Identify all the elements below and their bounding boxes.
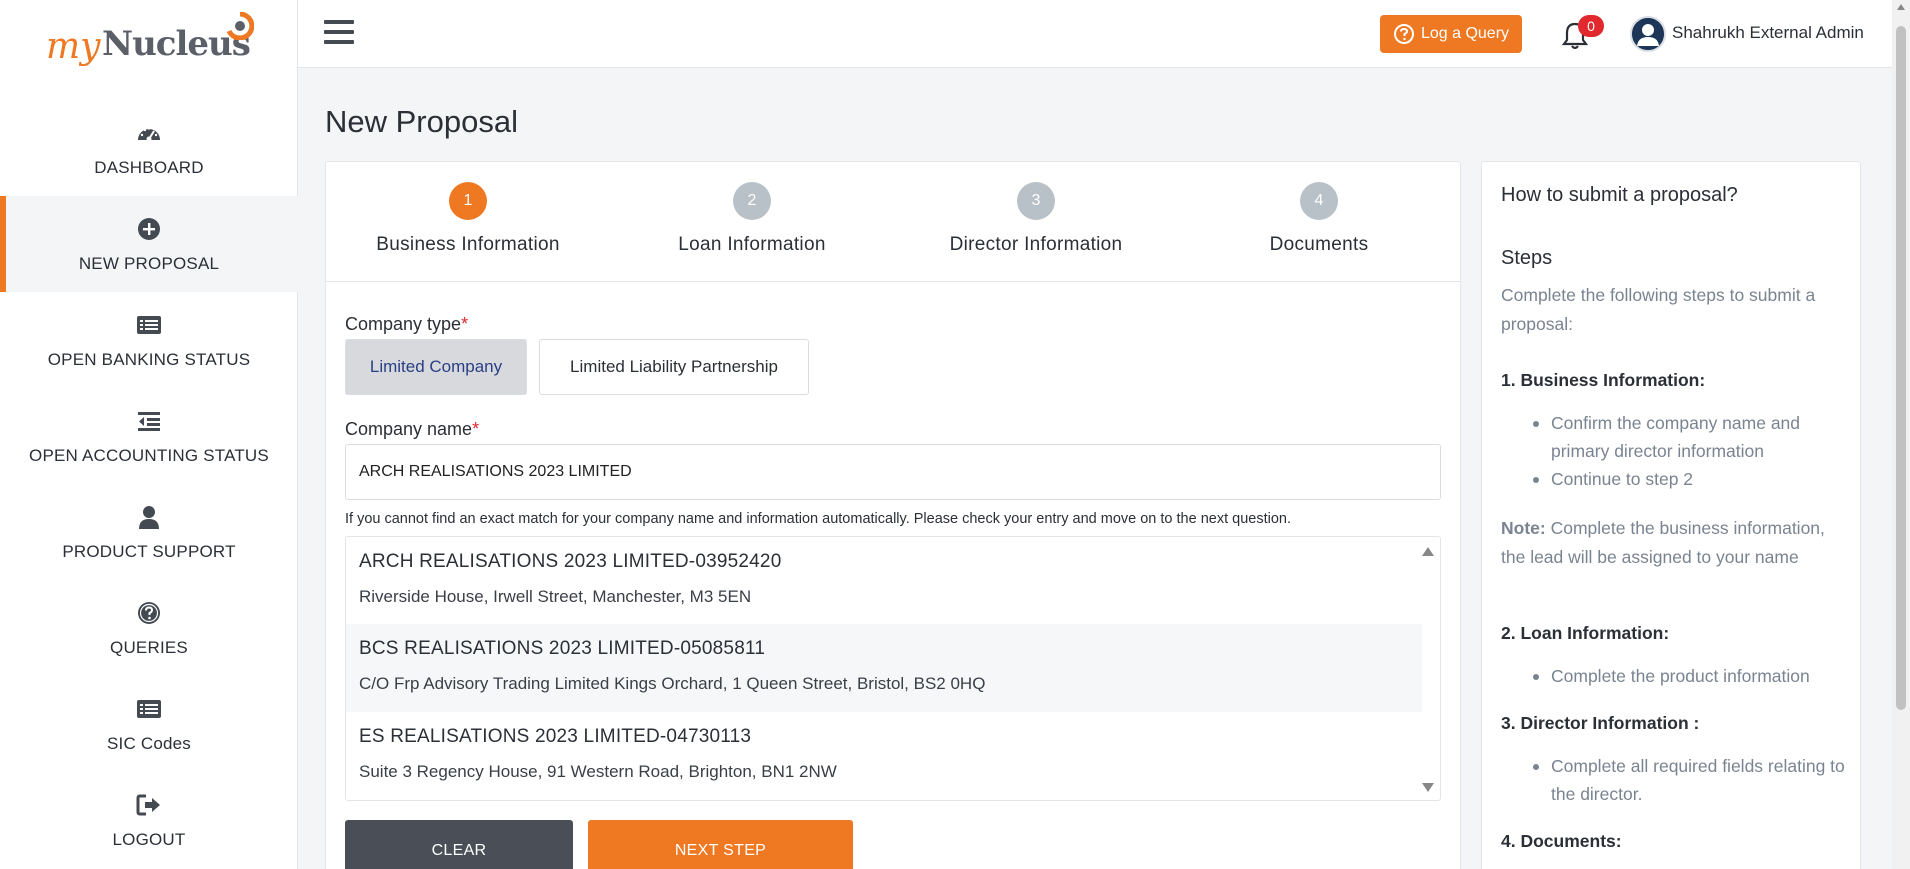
company-result-address: Suite 3 Regency House, 91 Western Road, …: [359, 762, 837, 781]
company-search-hint: If you cannot find an exact match for yo…: [345, 511, 1291, 527]
log-query-button[interactable]: Log a Query: [1380, 15, 1522, 53]
help-note: Note: Complete the business information,…: [1501, 514, 1846, 572]
help-panel: How to submit a proposal? Steps Complete…: [1481, 161, 1861, 869]
step-label: Loan Information: [678, 234, 826, 255]
sidebar-item-open-accounting-status[interactable]: OPEN ACCOUNTING STATUS: [0, 388, 298, 484]
help-section-heading: 3. Director Information :: [1501, 713, 1700, 733]
step-business-information[interactable]: 1 Business Information: [326, 182, 610, 256]
sidebar-item-logout[interactable]: LOGOUT: [0, 772, 298, 868]
company-result-item[interactable]: ES REALISATIONS 2023 LIMITED-04730113 Su…: [346, 712, 1422, 800]
dashboard-icon: [138, 127, 160, 142]
help-note-text: Complete the business information, the l…: [1501, 518, 1825, 567]
menu-toggle-icon[interactable]: [324, 20, 354, 46]
help-list-item: Complete the product information: [1533, 662, 1851, 690]
help-section-heading: 1. Business Information:: [1501, 370, 1706, 390]
list-card-icon: [137, 700, 161, 718]
user-icon: [139, 506, 159, 529]
help-section-heading: 2. Loan Information:: [1501, 623, 1670, 643]
sidebar-item-dashboard[interactable]: DASHBOARD: [0, 100, 298, 196]
sign-out-icon: [136, 794, 160, 816]
help-list-item: Continue to step 2: [1533, 465, 1851, 493]
help-intro: Complete the following steps to submit a…: [1501, 285, 1816, 334]
scroll-thumb[interactable]: [1896, 26, 1906, 710]
sidebar-item-sic-codes[interactable]: SIC Codes: [0, 676, 298, 772]
sidebar-item-new-proposal[interactable]: NEW PROPOSAL: [0, 196, 298, 292]
company-result-name: ARCH REALISATIONS 2023 LIMITED-03952420: [359, 551, 782, 572]
sidebar-item-label: NEW PROPOSAL: [78, 254, 220, 273]
company-name-label: Company name*: [345, 419, 479, 440]
step-director-information[interactable]: 3 Director Information: [894, 182, 1178, 256]
required-mark: *: [472, 419, 480, 439]
sidebar-item-label: PRODUCT SUPPORT: [62, 542, 236, 561]
avatar[interactable]: [1630, 16, 1666, 52]
company-name-value: ARCH REALISATIONS 2023 LIMITED: [359, 463, 632, 480]
proposal-form-card: 1 Business Information 2 Loan Informatio…: [325, 161, 1461, 869]
company-type-llp-button[interactable]: Limited Liability Partnership: [539, 339, 809, 395]
step-documents[interactable]: 4 Documents: [1177, 182, 1461, 256]
company-result-name: BCS REALISATIONS 2023 LIMITED-05085811: [359, 638, 766, 659]
company-type-limited-company-button[interactable]: Limited Company: [345, 339, 527, 395]
user-name[interactable]: Shahrukh External Admin: [1672, 23, 1864, 43]
page-scrollbar[interactable]: [1892, 0, 1910, 869]
sidebar: my Nucleus DASHBOARD NEW PROPOSAL OPEN B…: [0, 0, 298, 869]
sidebar-item-label: LOGOUT: [112, 830, 186, 849]
step-label: Business Information: [376, 234, 560, 255]
step-number: 1: [449, 182, 487, 220]
help-note-label: Note:: [1501, 518, 1546, 538]
help-list-item: Complete all required fields relating to…: [1533, 752, 1851, 808]
topbar: Log a Query 0 Shahrukh External Admin: [298, 0, 1892, 68]
sidebar-item-product-support[interactable]: PRODUCT SUPPORT: [0, 484, 298, 580]
step-number: 2: [733, 182, 771, 220]
sidebar-item-label: OPEN BANKING STATUS: [47, 350, 251, 369]
company-type-label-text: Company type: [345, 314, 462, 334]
results-scroll-up-icon[interactable]: [1422, 547, 1434, 556]
company-result-item[interactable]: BCS REALISATIONS 2023 LIMITED-05085811 C…: [346, 624, 1422, 712]
help-title: How to submit a proposal?: [1501, 184, 1738, 206]
help-section-heading: 4. Documents:: [1501, 831, 1622, 851]
next-step-button[interactable]: NEXT STEP: [588, 820, 853, 869]
sidebar-item-open-banking-status[interactable]: OPEN BANKING STATUS: [0, 292, 298, 388]
scroll-up-arrow-icon[interactable]: [1897, 4, 1905, 10]
list-card-icon: [137, 316, 161, 334]
company-result-address: C/O Frp Advisory Trading Limited Kings O…: [359, 674, 986, 693]
indent-list-icon: [138, 412, 160, 431]
question-bubble-icon: [1393, 24, 1414, 44]
results-scroll-down-icon[interactable]: [1422, 783, 1434, 792]
step-loan-information[interactable]: 2 Loan Information: [610, 182, 894, 256]
help-steps-heading: Steps: [1501, 247, 1553, 269]
company-name-label-text: Company name: [345, 419, 473, 439]
help-section-list: Complete all required fields relating to…: [1533, 752, 1851, 808]
sidebar-item-label: SIC Codes: [106, 734, 191, 753]
company-result-address: Riverside House, Irwell Street, Manchest…: [359, 587, 752, 606]
stepper: 1 Business Information 2 Loan Informatio…: [326, 162, 1460, 282]
logo-my-text: my: [46, 26, 101, 67]
step-number: 4: [1300, 182, 1338, 220]
page-title: New Proposal: [325, 104, 518, 139]
log-query-label: Log a Query: [1420, 25, 1510, 42]
sidebar-item-label: OPEN ACCOUNTING STATUS: [29, 446, 269, 465]
company-result-item[interactable]: ARCH REALISATIONS 2023 LIMITED-03952420 …: [346, 537, 1422, 625]
company-type-label: Company type*: [345, 314, 468, 335]
user-avatar-icon: [1632, 18, 1664, 50]
sidebar-item-label: DASHBOARD: [94, 158, 204, 177]
step-label: Documents: [1269, 234, 1369, 255]
logo-mark-icon: [226, 12, 254, 40]
sidebar-item-queries[interactable]: QUERIES: [0, 580, 298, 676]
company-search-results[interactable]: ARCH REALISATIONS 2023 LIMITED-03952420 …: [345, 536, 1441, 801]
plus-circle-icon: [138, 218, 160, 240]
help-list-item: Confirm the company name and primary dir…: [1533, 409, 1851, 465]
question-circle-icon: [138, 602, 160, 624]
clear-button[interactable]: CLEAR: [345, 820, 573, 869]
help-section-list: Confirm the company name and primary dir…: [1533, 409, 1851, 493]
mynucleus-logo[interactable]: my Nucleus: [46, 12, 256, 72]
company-result-name: ES REALISATIONS 2023 LIMITED-04730113: [359, 726, 752, 747]
company-name-input[interactable]: ARCH REALISATIONS 2023 LIMITED: [345, 444, 1441, 500]
sidebar-item-label: QUERIES: [110, 638, 188, 657]
step-label: Director Information: [949, 234, 1123, 255]
required-mark: *: [461, 314, 469, 334]
notification-count-badge: 0: [1578, 15, 1604, 37]
step-number: 3: [1017, 182, 1055, 220]
help-section-list: Complete the product information: [1533, 662, 1851, 690]
